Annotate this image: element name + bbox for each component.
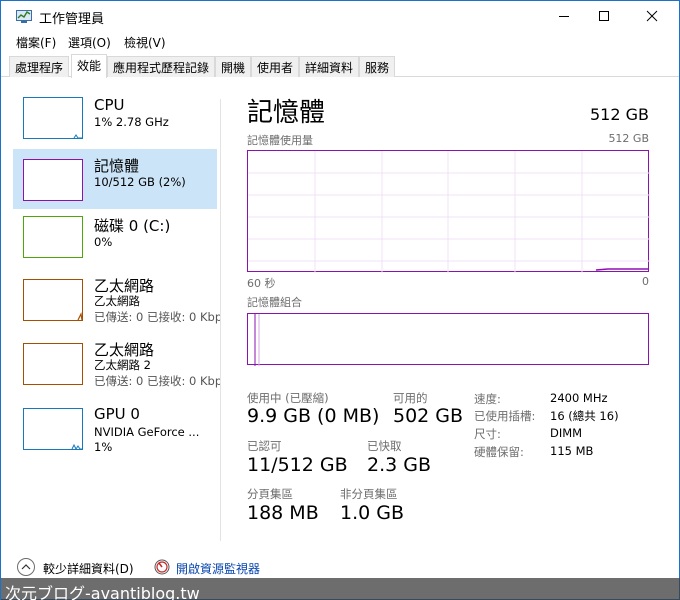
memory-thumbnail-graph xyxy=(23,159,83,201)
usage-graph-max: 512 GB xyxy=(608,132,649,145)
tab-app-history[interactable]: 應用程式歷程記錄 xyxy=(107,56,216,77)
graph-time-right: 0 xyxy=(642,275,649,288)
window-title: 工作管理員 xyxy=(39,12,105,27)
sidebar-item-cpu[interactable]: CPU 1% 2.78 GHz xyxy=(13,87,217,147)
usage-graph-label: 記憶體使用量 xyxy=(247,134,313,147)
tab-startup[interactable]: 開機 xyxy=(215,56,252,77)
sidebar-item-ethernet-2[interactable]: 乙太網路 乙太網路 2 已傳送: 0 已接收: 0 Kbps xyxy=(13,337,221,397)
spec-hw-reserved-value: 115 MB xyxy=(550,444,594,458)
tab-details[interactable]: 詳細資料 xyxy=(299,56,360,77)
sidebar-item-ethernet[interactable]: 乙太網路 乙太網路 已傳送: 0 已接收: 0 Kbps xyxy=(13,273,221,333)
menu-view[interactable]: 檢視(V) xyxy=(124,34,166,51)
spec-speed-value: 2400 MHz xyxy=(550,391,608,405)
task-manager-app-icon xyxy=(16,8,32,23)
maximize-button[interactable] xyxy=(581,1,627,31)
cached-label: 已快取 xyxy=(367,439,402,453)
watermark-banner: 次元ブログ-avantiblog.tw xyxy=(1,578,680,600)
disk-thumbnail-graph xyxy=(23,216,83,258)
spec-slots-value: 16 (總共 16) xyxy=(550,409,619,423)
resource-list: CPU 1% 2.78 GHz 記憶體 10/512 GB (2%) 磁碟 0 … xyxy=(13,87,221,547)
sidebar-item-detail: 0% xyxy=(94,235,113,249)
title-bar[interactable]: 工作管理員 xyxy=(1,1,679,31)
tab-users[interactable]: 使用者 xyxy=(251,56,300,77)
sidebar-item-detail: 乙太網路 2 xyxy=(94,358,151,372)
open-resource-monitor-link[interactable]: 開啟資源監視器 xyxy=(176,560,260,577)
detail-total-memory: 512 GB xyxy=(590,105,649,124)
sidebar-item-detail: 1% 2.78 GHz xyxy=(94,115,169,129)
memory-composition-chart xyxy=(254,314,260,366)
menu-options[interactable]: 選項(O) xyxy=(68,34,111,51)
menu-bar: 檔案(F) 選項(O) 檢視(V) xyxy=(1,31,679,53)
footer-bar: 較少詳細資料(D) 開啟資源監視器 xyxy=(1,557,679,579)
gpu-thumbnail-graph xyxy=(23,408,83,450)
maximize-icon xyxy=(599,11,609,21)
sidebar-item-detail: NVIDIA GeForce ... xyxy=(94,425,200,439)
minimize-icon xyxy=(559,16,569,17)
sidebar-item-throughput: 已傳送: 0 已接收: 0 Kbps xyxy=(94,310,221,324)
sidebar-item-title: GPU 0 xyxy=(94,405,140,423)
graph-time-left: 60 秒 xyxy=(247,277,276,290)
tab-processes[interactable]: 處理程序 xyxy=(9,56,70,77)
resource-monitor-icon[interactable] xyxy=(154,559,170,575)
tab-performance[interactable]: 效能 xyxy=(71,54,108,78)
close-icon xyxy=(646,10,658,22)
cpu-thumbnail-graph xyxy=(23,97,83,139)
tab-bar: 處理程序 效能 應用程式歷程記錄 開機 使用者 詳細資料 服務 xyxy=(1,53,679,78)
sidebar-item-detail: 10/512 GB (2%) xyxy=(94,175,186,189)
memory-composition-graph xyxy=(247,313,649,366)
watermark-text: 次元ブログ-avantiblog.tw xyxy=(5,584,200,600)
composition-graph-label: 記憶體組合 xyxy=(247,296,302,309)
cached-value: 2.3 GB xyxy=(367,454,432,476)
committed-label: 已認可 xyxy=(247,439,282,453)
tab-services[interactable]: 服務 xyxy=(359,56,396,77)
in-use-label: 使用中 (已壓縮) xyxy=(247,391,329,405)
spec-slots-key: 已使用插槽: xyxy=(474,409,536,423)
available-label: 可用的 xyxy=(393,391,428,405)
chevron-up-icon[interactable] xyxy=(17,558,35,576)
ethernet-2-thumbnail-graph xyxy=(23,343,83,385)
sidebar-item-title: 記憶體 xyxy=(94,157,140,175)
pane-divider[interactable] xyxy=(220,99,221,541)
fewer-details-button[interactable]: 較少詳細資料(D) xyxy=(43,560,134,577)
memory-usage-chart xyxy=(248,151,650,273)
non-paged-pool-value: 1.0 GB xyxy=(340,502,405,524)
paged-pool-label: 分頁集區 xyxy=(247,487,293,501)
sidebar-item-disk[interactable]: 磁碟 0 (C:) 0% xyxy=(13,211,217,271)
spec-form-factor-value: DIMM xyxy=(550,426,583,440)
committed-value: 11/512 GB xyxy=(247,454,348,476)
spec-form-factor-key: 尺寸: xyxy=(474,427,501,441)
ethernet-thumbnail-graph xyxy=(23,279,83,321)
sidebar-item-detail: 乙太網路 xyxy=(94,294,140,308)
sidebar-item-throughput: 已傳送: 0 已接收: 0 Kbps xyxy=(94,374,221,388)
memory-usage-graph xyxy=(247,150,650,273)
in-use-value: 9.9 GB (0 MB) xyxy=(247,405,380,427)
non-paged-pool-label: 非分頁集區 xyxy=(340,487,398,501)
sidebar-item-title: 磁碟 0 (C:) xyxy=(94,217,171,235)
sidebar-item-usage: 1% xyxy=(94,440,113,454)
sidebar-item-memory[interactable]: 記憶體 10/512 GB (2%) xyxy=(13,149,217,209)
available-value: 502 GB xyxy=(393,405,464,427)
spec-speed-key: 速度: xyxy=(474,392,501,406)
paged-pool-value: 188 MB xyxy=(247,502,319,524)
sidebar-item-title: CPU xyxy=(94,96,125,114)
detail-title: 記憶體 xyxy=(247,98,326,128)
close-button[interactable] xyxy=(629,1,675,31)
menu-file[interactable]: 檔案(F) xyxy=(16,34,56,51)
spec-hw-reserved-key: 硬體保留: xyxy=(474,445,524,459)
sidebar-item-gpu[interactable]: GPU 0 NVIDIA GeForce ... 1% xyxy=(13,403,217,463)
task-manager-window: 工作管理員 檔案(F) 選項(O) 檢視(V) 處理程序 效能 應用程式歷程記錄… xyxy=(0,0,680,600)
